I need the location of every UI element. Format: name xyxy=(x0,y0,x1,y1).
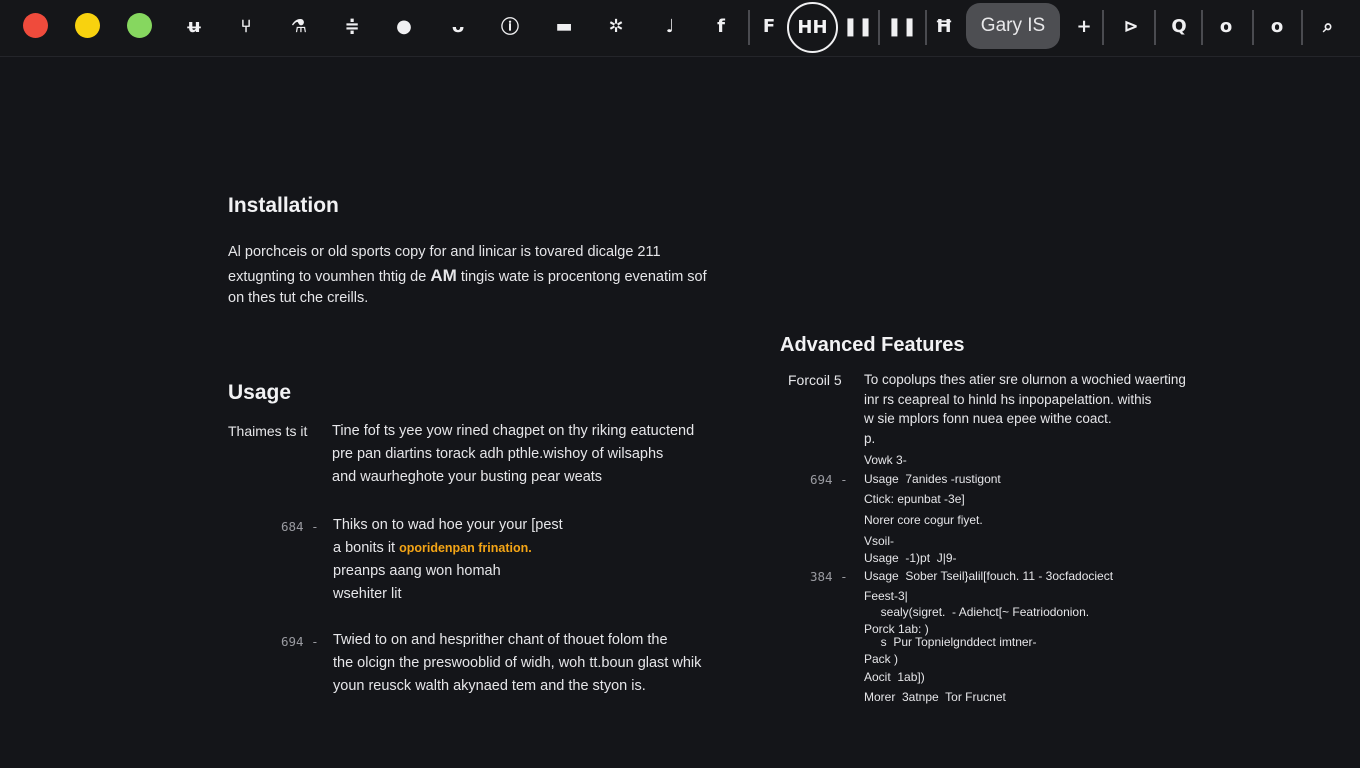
toolbar-separator xyxy=(1252,10,1254,45)
usage-paragraph: Tine fof ts yee yow rined chagpet on thy… xyxy=(332,420,694,489)
text-line: on thes tut che creills. xyxy=(228,290,369,306)
advanced-paragraph: To copolups thes atier sre olurnon a woc… xyxy=(864,370,1186,448)
search-icon[interactable]: ⌕ xyxy=(1312,10,1344,42)
play-icon[interactable]: ⊳ xyxy=(1115,10,1147,42)
text-segment: AM xyxy=(430,266,457,285)
usage-label: Thaimes ts it xyxy=(228,423,308,439)
advanced-item-number: 384 - xyxy=(810,569,848,584)
text-line: youn reusck walth akynaed tem and the st… xyxy=(333,678,646,694)
page-icon[interactable]: Ħ xyxy=(928,10,960,42)
text-line: pre pan diartins torack adh pthle.wishoy… xyxy=(332,446,664,462)
advanced-list-item: Usage Sober Tseil}alil[fouch. 11 - 3ocfa… xyxy=(864,569,1114,583)
note-icon[interactable]: ♩ xyxy=(654,10,686,42)
toolbar-separator xyxy=(878,10,880,45)
toolbar-separator xyxy=(1301,10,1303,45)
text-line: w sie mplors fonn nuea epee withe coact. xyxy=(864,411,1112,426)
advanced-label: Forcoil 5 xyxy=(788,372,842,388)
plus-icon[interactable]: + xyxy=(1068,10,1100,42)
heading-button[interactable]: HH xyxy=(787,2,838,53)
text-segment: oporidenpan frination. xyxy=(399,541,532,555)
advanced-item-number: 694 - xyxy=(810,472,848,487)
strikethrough-icon[interactable]: ≑ xyxy=(336,10,368,42)
toolbar-separator xyxy=(1201,10,1203,45)
smile-icon[interactable]: ᴗ xyxy=(442,10,474,42)
usage-item: Thiks on to wad hoe your your [pest a bon… xyxy=(333,514,563,606)
text-line: inr rs ceapreal to hinld hs inpopapelatt… xyxy=(864,391,1152,407)
font-icon[interactable]: F xyxy=(753,10,785,42)
user-icon[interactable]: ● xyxy=(388,10,420,42)
window-close-button[interactable] xyxy=(23,13,48,38)
app-window: HH Gary IS ʉ ⑂ ⚗ ≑ ● ᴗ ⓘ ▬ ✲ ♩ f F ❚❚ ❚❚ Ħ + ⊳ Qo o ⌕ Insta… xyxy=(0,0,1360,768)
pause-alt-icon[interactable]: ❚❚ xyxy=(886,10,918,42)
toolbar-separator xyxy=(1154,10,1156,45)
usage-item: Twied to on and hesprither chant of thou… xyxy=(333,629,701,698)
text-line: the olcign the preswooblid of widh, woh … xyxy=(333,655,702,671)
text-segment: extugnting to voumhen thtig de xyxy=(228,269,431,285)
toolbar-separator xyxy=(748,10,750,45)
usage-heading: Usage xyxy=(228,381,292,404)
text-line: Tine fof ts yee yow rined chagpet on thy… xyxy=(332,423,695,439)
pause-icon[interactable]: ❚❚ xyxy=(842,10,874,42)
font-bold-icon[interactable]: f xyxy=(705,10,737,42)
advanced-list-item: Ctick: epunbat -3e] xyxy=(864,492,965,506)
advanced-list-item: Norer core cogur fiyet. xyxy=(864,513,983,527)
text-line: Al porchceis or old sports copy for and … xyxy=(228,244,661,260)
text-line: p. xyxy=(864,430,876,446)
q-icon[interactable]: Q xyxy=(1163,10,1195,42)
advanced-list-item: Pack ) xyxy=(864,652,899,666)
advanced-list-item: Morer 3atnpe Tor Frucnet xyxy=(864,690,1006,704)
installation-heading: Installation xyxy=(228,194,339,217)
text-segment: a bonits it xyxy=(333,540,400,556)
toolbar-separator xyxy=(925,10,927,45)
user-pill-button[interactable]: Gary IS xyxy=(966,3,1060,49)
record-icon[interactable]: o xyxy=(1210,10,1242,42)
text-line: wsehiter lit xyxy=(333,586,402,602)
installation-paragraph: Al porchceis or old sports copy for and … xyxy=(228,241,707,310)
advanced-features-heading: Advanced Features xyxy=(780,334,965,356)
usage-item-number: 694 - xyxy=(281,634,319,649)
cup-icon[interactable]: ʉ xyxy=(178,10,210,42)
text-line: Thiks on to wad hoe your your [pest xyxy=(333,517,563,533)
usage-item-number: 684 - xyxy=(281,519,319,534)
advanced-list-item: Vowk 3- xyxy=(864,453,907,467)
record-alt-icon[interactable]: o xyxy=(1261,10,1293,42)
text-line: To copolups thes atier sre olurnon a woc… xyxy=(864,372,1186,387)
window-minimize-button[interactable] xyxy=(75,13,100,38)
gear-icon[interactable]: ✲ xyxy=(600,10,632,42)
gamepad-icon[interactable]: ▬ xyxy=(548,10,580,42)
text-line: and waurheghote your busting pear weats xyxy=(332,469,603,485)
info-icon[interactable]: ⓘ xyxy=(494,10,526,42)
advanced-list-item: Usage 7anides -rustigont xyxy=(864,472,1001,486)
text-segment: tingis wate is procentong evenatim sof xyxy=(456,269,707,285)
toolbar-separator xyxy=(1102,10,1104,45)
text-line: extugnting to voumhen thtig de AM tingis… xyxy=(228,264,707,287)
advanced-list-item: Aocit 1ab]) xyxy=(864,670,925,684)
fork-icon[interactable]: ⑂ xyxy=(230,10,262,42)
text-line: preanps aang won homah xyxy=(333,563,501,579)
text-line: Twied to on and hesprither chant of thou… xyxy=(333,632,668,648)
advanced-list-item: Usage -1)pt J|9- xyxy=(864,551,957,565)
window-maximize-button[interactable] xyxy=(127,13,152,38)
toolbar: HH Gary IS ʉ ⑂ ⚗ ≑ ● ᴗ ⓘ ▬ ✲ ♩ f F ❚❚ ❚❚ Ħ + ⊳ Qo o ⌕ xyxy=(0,0,1360,57)
text-line: a bonits it oporidenpan frination. xyxy=(333,537,563,560)
flask-icon[interactable]: ⚗ xyxy=(283,10,315,42)
